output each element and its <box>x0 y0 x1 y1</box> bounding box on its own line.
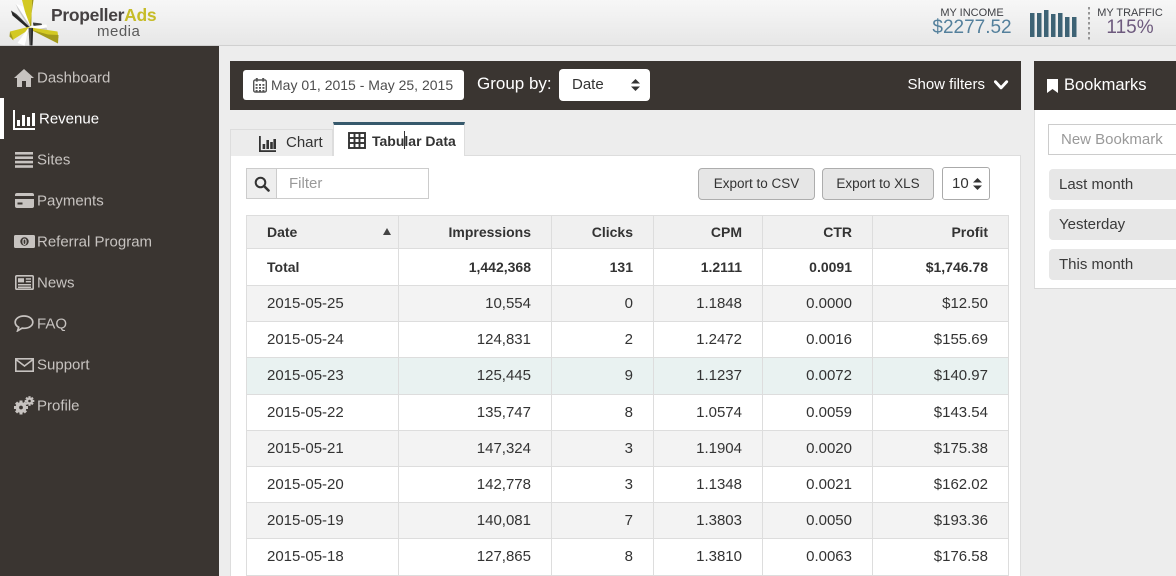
svg-text:0: 0 <box>21 237 26 247</box>
